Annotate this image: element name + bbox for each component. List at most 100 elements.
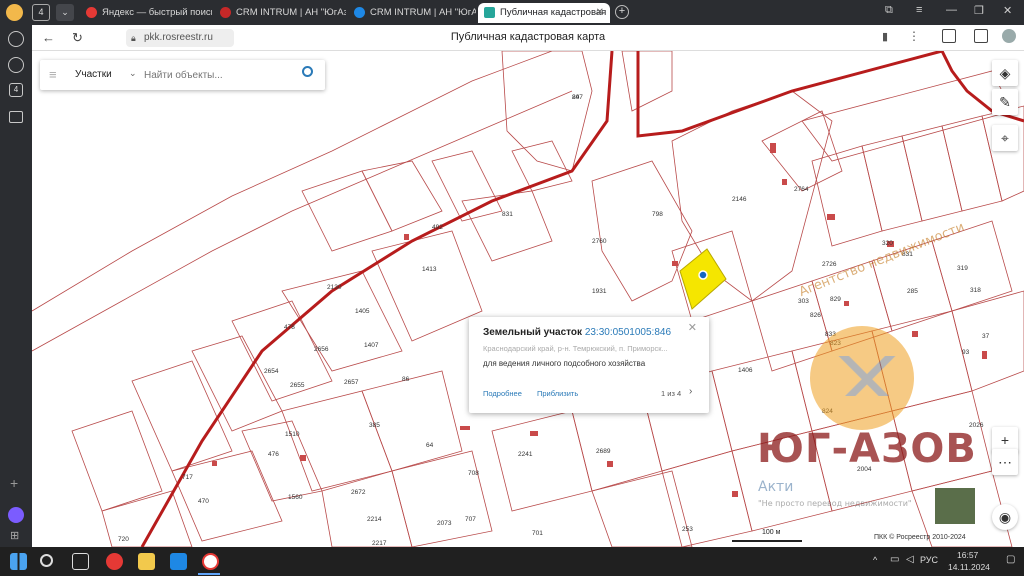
crm-favicon-icon bbox=[220, 7, 231, 18]
minimap-thumbnail[interactable] bbox=[934, 487, 976, 525]
popup-next-icon[interactable]: › bbox=[689, 386, 692, 397]
clock-date[interactable]: 14.11.2024 bbox=[948, 562, 990, 572]
alice-icon[interactable] bbox=[8, 507, 24, 523]
screenshot-icon[interactable] bbox=[9, 111, 23, 123]
parcel-number-label: 2655 bbox=[290, 382, 305, 389]
parcel-number-label: 2672 bbox=[351, 489, 366, 496]
tab-crm-2[interactable]: CRM INTRUM | АН "ЮгАз bbox=[348, 3, 476, 23]
collections-icon[interactable]: ⧉ bbox=[885, 4, 893, 17]
popup-zoom-link[interactable]: Приблизить bbox=[537, 389, 578, 398]
tab-pkk-active[interactable]: Публичная кадастровая ✕ bbox=[478, 3, 610, 23]
parcel-number-label: 2146 bbox=[732, 196, 747, 203]
yandex-browser-icon[interactable] bbox=[106, 553, 123, 570]
tab-count-button[interactable]: 4 bbox=[32, 4, 50, 21]
browser-sidebar: 4 + ⊞ bbox=[0, 25, 32, 547]
parcel-number-label: 86 bbox=[402, 376, 410, 383]
map-canvas[interactable]: 8072146276079819318314921413140514072130… bbox=[32, 51, 1024, 547]
tab-crm-1[interactable]: CRM INTRUM | АН "ЮгАз bbox=[214, 3, 346, 23]
parcel-number-label: 24 bbox=[572, 94, 580, 101]
close-window-icon[interactable]: ✕ bbox=[1003, 4, 1012, 17]
tab-title: Публичная кадастровая bbox=[500, 7, 607, 18]
parcel-number-label: 829 bbox=[830, 296, 841, 303]
house-roof-icon bbox=[822, 356, 912, 396]
category-select[interactable]: Участки bbox=[75, 69, 112, 80]
cadastral-number-link[interactable]: 23:30:0501005:846 bbox=[585, 327, 671, 338]
parcel-number-label: 320 bbox=[882, 240, 893, 247]
chevron-down-icon[interactable]: ⌄ bbox=[129, 68, 137, 79]
tab-title: CRM INTRUM | АН "ЮгАз bbox=[236, 7, 346, 18]
popup-details-link[interactable]: Подробнее bbox=[483, 389, 522, 398]
clock-time[interactable]: 16:57 bbox=[957, 550, 978, 560]
new-tab-button[interactable]: + bbox=[615, 5, 629, 19]
parcel-number-label: 1560 bbox=[288, 494, 303, 501]
windows-start-icon[interactable] bbox=[10, 553, 27, 570]
parcel-number-label: 1510 bbox=[285, 431, 300, 438]
zoom-more-button[interactable]: ⋯ bbox=[992, 449, 1018, 475]
minimize-icon[interactable]: — bbox=[946, 4, 957, 16]
active-app-indicator bbox=[198, 573, 220, 575]
parcel-number-label: 2214 bbox=[367, 516, 382, 523]
tab-title: Яндекс — быстрый поиск bbox=[102, 7, 212, 18]
download-icon[interactable] bbox=[974, 29, 988, 43]
parcel-number-label: 478 bbox=[284, 324, 295, 331]
menu-hamburger-icon[interactable]: ≡ bbox=[49, 67, 57, 82]
ruler-button[interactable]: ✎ bbox=[992, 89, 1018, 115]
network-icon[interactable]: ▭ bbox=[890, 554, 899, 565]
tab-list-chevron-icon[interactable]: ⌄ bbox=[56, 4, 74, 21]
sidebar-badge[interactable]: 4 bbox=[9, 83, 23, 97]
parcel-number-label: 2656 bbox=[314, 346, 329, 353]
extensions-icon[interactable] bbox=[942, 29, 956, 43]
parcel-number-label: 285 bbox=[907, 288, 918, 295]
popup-pager: 1 из 4 bbox=[661, 389, 682, 398]
mail-icon[interactable] bbox=[170, 553, 187, 570]
play-icon[interactable] bbox=[8, 57, 24, 73]
tab-yandex[interactable]: Яндекс — быстрый поиск bbox=[80, 3, 212, 23]
parcel-number-label: 1413 bbox=[422, 266, 437, 273]
parcel-number-label: 2689 bbox=[596, 448, 611, 455]
locate-button[interactable]: ⌖ bbox=[992, 125, 1018, 151]
page-title: Публичная кадастровая карта bbox=[450, 31, 606, 43]
task-view-icon[interactable] bbox=[72, 553, 89, 570]
parcel-number-label: 64 bbox=[426, 442, 434, 449]
restore-icon[interactable]: ❐ bbox=[974, 4, 984, 17]
parcel-number-label: 319 bbox=[957, 265, 968, 272]
cadastral-map[interactable]: 807 2146 2760 798 1931 831 492 1413 1405 1407 2130… bbox=[32, 51, 1024, 547]
parcel-number-label: 2130 bbox=[327, 284, 342, 291]
file-explorer-icon[interactable] bbox=[138, 553, 155, 570]
menu-icon[interactable]: ≡ bbox=[916, 4, 922, 16]
browser-logo-icon[interactable] bbox=[6, 4, 23, 21]
search-input[interactable] bbox=[144, 66, 294, 84]
browser-tab-bar: 4 ⌄ Яндекс — быстрый поиск CRM INTRUM | … bbox=[0, 0, 1024, 25]
sidebar-settings-icon[interactable]: ⊞ bbox=[10, 529, 19, 542]
compass-button[interactable]: ◉ bbox=[992, 504, 1018, 530]
parcel-number-label: 253 bbox=[682, 526, 693, 533]
notifications-icon[interactable]: ▢ bbox=[1006, 554, 1015, 565]
parcel-number-label: 476 bbox=[268, 451, 279, 458]
profile-icon[interactable] bbox=[1002, 29, 1016, 43]
parcel-number-label: 492 bbox=[432, 224, 443, 231]
search-icon[interactable] bbox=[302, 66, 313, 77]
close-tab-icon[interactable]: ✕ bbox=[596, 3, 604, 23]
history-icon[interactable] bbox=[8, 31, 24, 47]
crm-favicon-icon bbox=[354, 7, 365, 18]
system-tray-arrow-icon[interactable]: ^ bbox=[873, 555, 877, 565]
watermark-tagline-prefix: Акти bbox=[758, 479, 794, 495]
popup-close-icon[interactable]: ✕ bbox=[688, 321, 697, 334]
yandex-app-icon[interactable] bbox=[202, 553, 219, 570]
volume-icon[interactable]: ◁ bbox=[906, 554, 914, 565]
parcel-number-label: 708 bbox=[468, 470, 479, 477]
search-taskbar-icon[interactable] bbox=[40, 554, 53, 567]
parcel-number-label: 470 bbox=[198, 498, 209, 505]
bookmark-icon[interactable]: ▮ bbox=[882, 30, 888, 43]
windows-taskbar: ^ ▭ ◁ РУС 16:57 14.11.2024 ▢ bbox=[0, 547, 1024, 576]
map-copyright: ПКК © Росреестр 2010-2024 bbox=[874, 534, 966, 541]
layers-button[interactable]: ◈ bbox=[992, 60, 1018, 86]
parcel-number-label: 831 bbox=[502, 211, 513, 218]
more-icon[interactable]: ⋮ bbox=[908, 29, 920, 43]
language-indicator[interactable]: РУС bbox=[920, 555, 938, 565]
parcel-info-popup: ✕ Земельный участок 23:30:0501005:846 Кр… bbox=[469, 317, 709, 413]
parcel-number-label: 2241 bbox=[518, 451, 533, 458]
yandex-favicon-icon bbox=[86, 7, 97, 18]
parcel-number-label: 2654 bbox=[264, 368, 279, 375]
add-panel-icon[interactable]: + bbox=[10, 475, 18, 491]
